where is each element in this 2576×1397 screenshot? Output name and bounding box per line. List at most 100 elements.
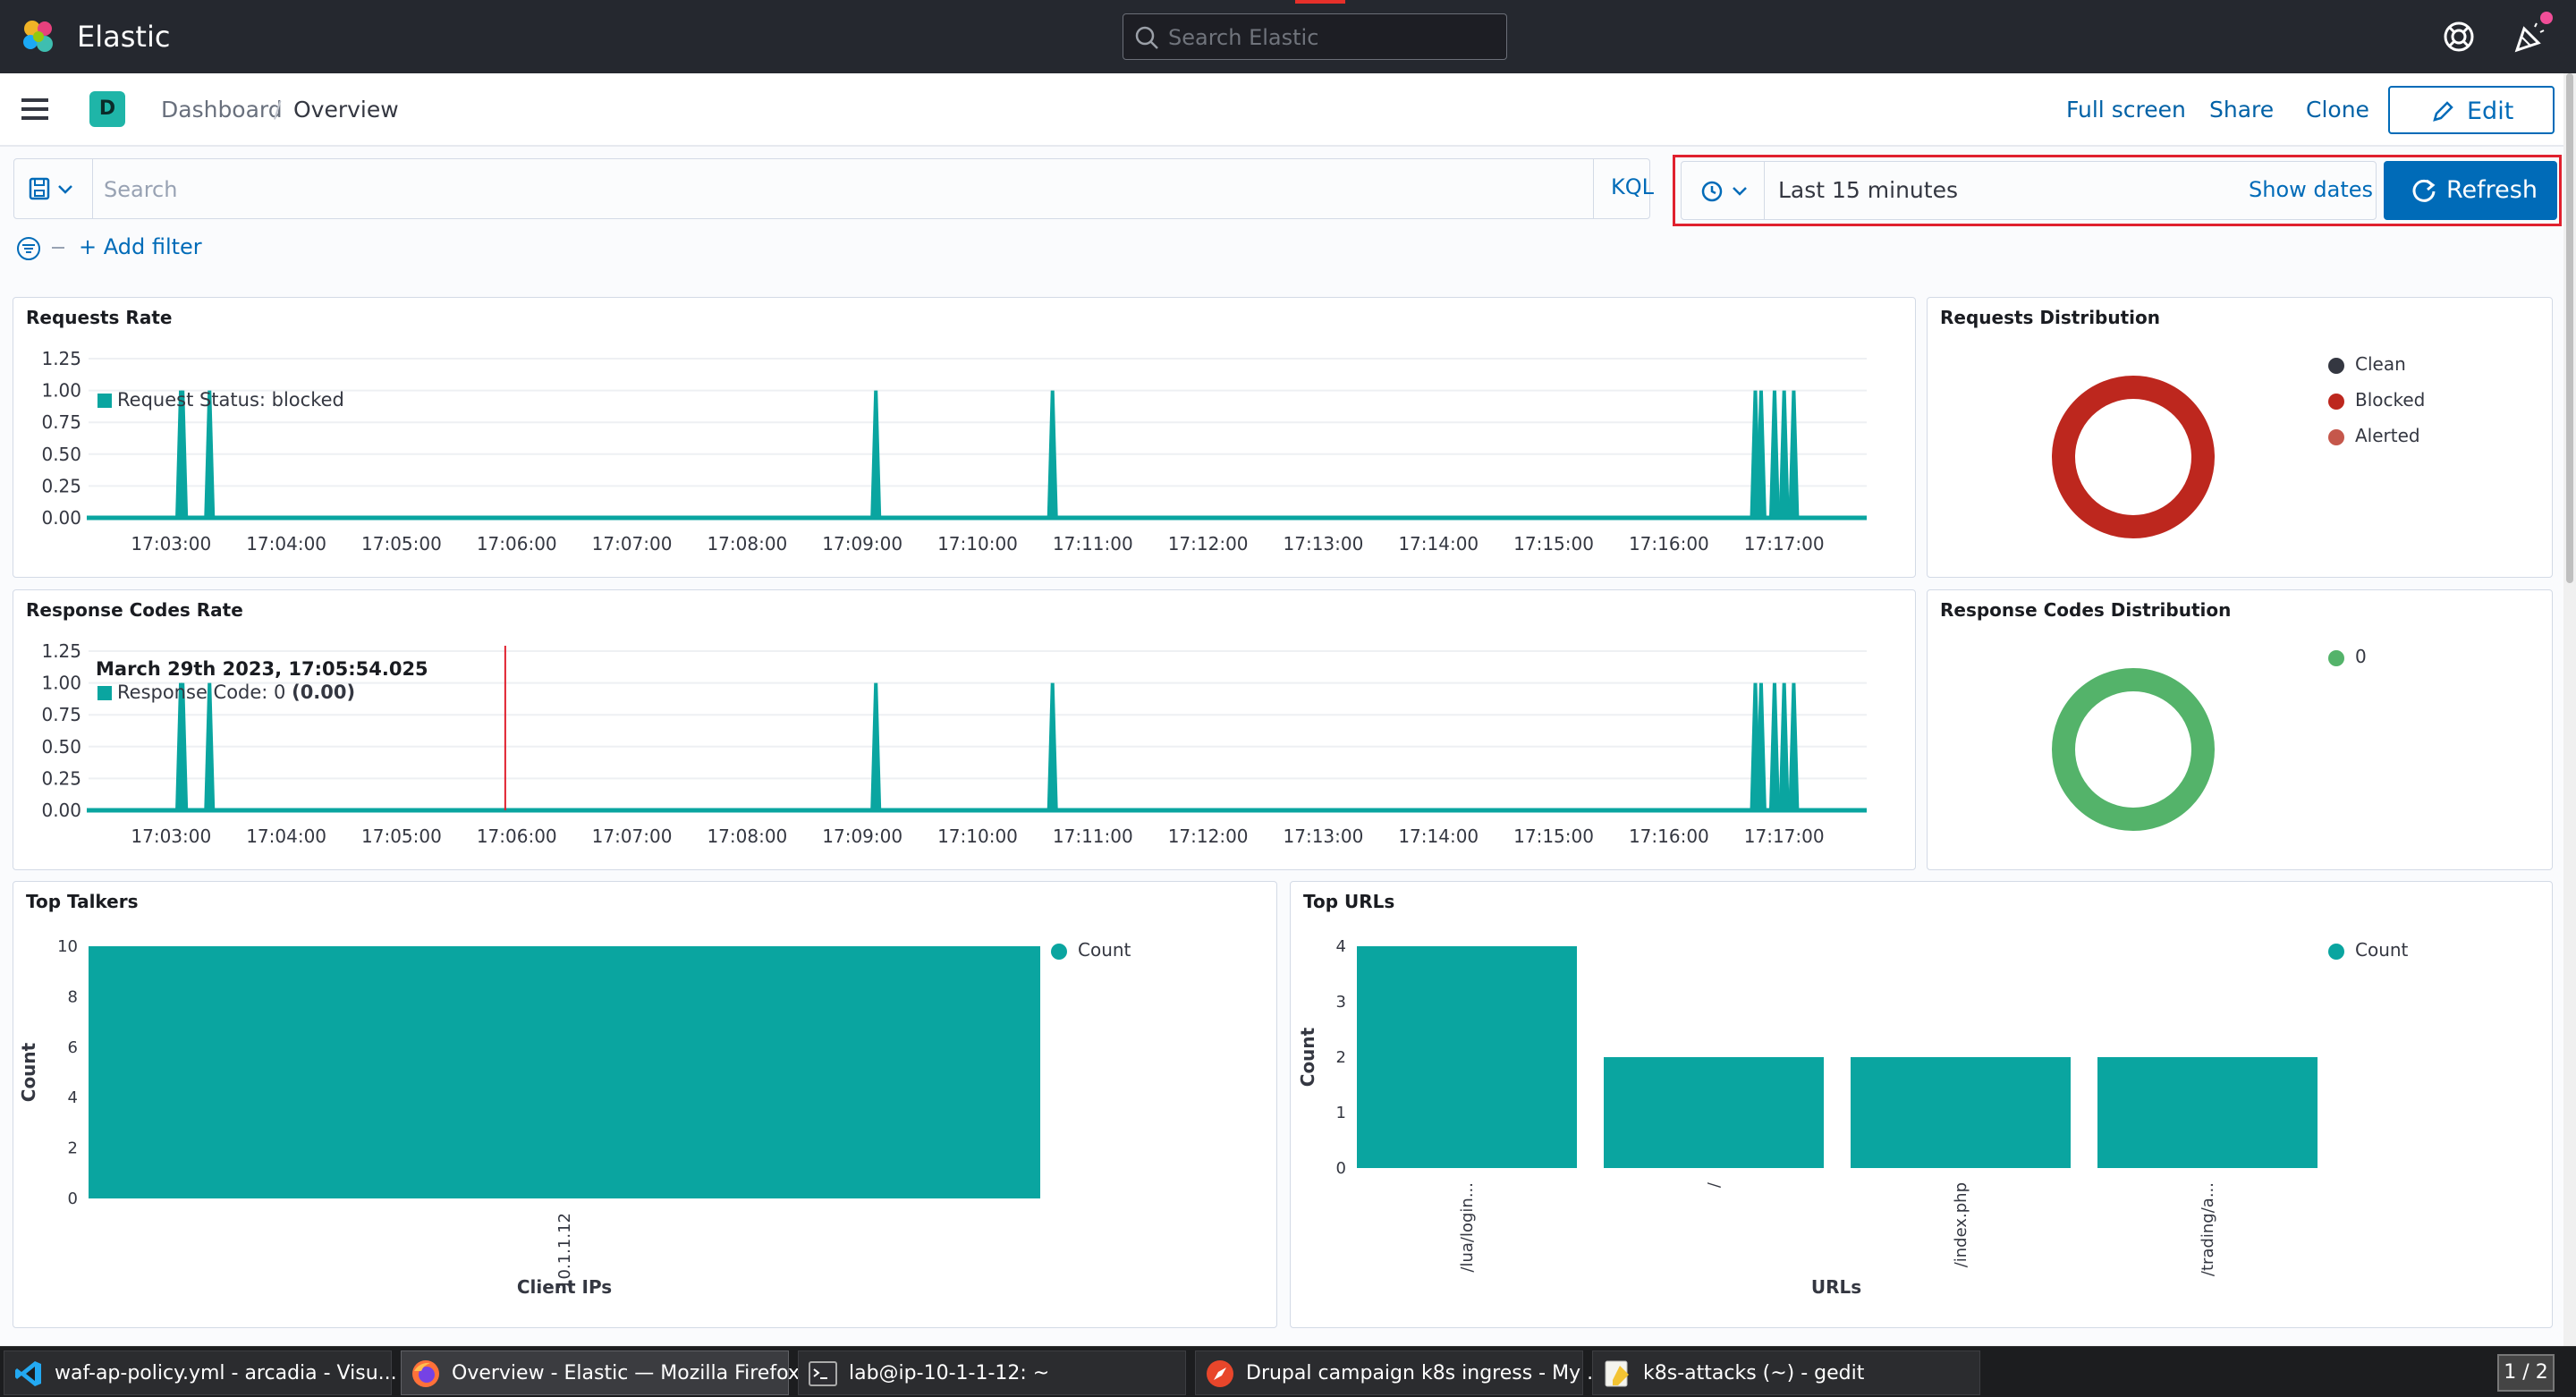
loading-indicator xyxy=(1295,0,1345,4)
app-header: D Dashboard / Overview Full screen Share… xyxy=(0,73,2576,147)
y-tick-label: 4 xyxy=(1336,937,1346,956)
y-tick-label: 0.50 xyxy=(41,736,81,758)
add-filter-button[interactable]: + Add filter xyxy=(79,234,202,259)
x-tick-label: 17:17:00 xyxy=(1744,533,1825,555)
top-urls-legend[interactable]: Count xyxy=(2328,939,2408,961)
task-label: waf-ap-policy.yml - arcadia - Visu... xyxy=(55,1362,397,1384)
legend-item-alerted[interactable]: Alerted xyxy=(2328,425,2425,461)
refresh-label: Refresh xyxy=(2446,176,2538,204)
task-web-page[interactable]: Drupal campaign k8s ingress - My ... xyxy=(1195,1350,1606,1395)
notification-dot xyxy=(2540,12,2553,24)
response-codes-donut[interactable] xyxy=(2044,667,2223,846)
saved-query-icon xyxy=(29,177,72,200)
scrollbar-thumb[interactable] xyxy=(2566,73,2573,583)
x-tick-label: 17:12:00 xyxy=(1168,533,1249,555)
x-tick-label: 17:16:00 xyxy=(1629,533,1709,555)
donut-slice-blocked[interactable] xyxy=(2052,376,2215,538)
global-search-input[interactable] xyxy=(1168,21,1490,54)
panel-requests-rate: Requests Rate 0.00 0.25 0.50 0.75 1.00 1.25 17… xyxy=(13,297,1916,578)
x-tick-label: 17:03:00 xyxy=(131,826,211,847)
space-avatar[interactable]: D xyxy=(89,91,125,127)
requests-rate-chart[interactable]: 0.00 0.25 0.50 0.75 1.00 1.25 17:03:00 17:04:00… xyxy=(13,298,1917,579)
task-label: Drupal campaign k8s ingress - My ... xyxy=(1246,1362,1606,1384)
time-picker: Last 15 minutes Show dates xyxy=(1681,161,2377,220)
task-terminal[interactable]: lab@ip-10-1-1-12: ~ xyxy=(798,1350,1186,1395)
x-tick-label: /index.php xyxy=(1952,1182,1970,1267)
query-search-input[interactable] xyxy=(104,174,1580,206)
x-tick-label: 17:07:00 xyxy=(592,533,673,555)
filter-divider xyxy=(52,247,64,249)
help-icon[interactable] xyxy=(2442,20,2476,54)
panel-top-urls: Top URLs 0 1 2 3 4 Count/lua/login... //index.… xyxy=(1290,881,2553,1328)
x-tick-label: 17:09:00 xyxy=(822,533,902,555)
task-label: k8s-attacks (~) - gedit xyxy=(1643,1362,1865,1384)
legend-swatch xyxy=(97,686,112,700)
elastic-logo-icon[interactable] xyxy=(20,18,57,55)
breadcrumb-overview: Overview xyxy=(293,97,399,123)
terminal-icon xyxy=(809,1361,837,1386)
y-tick-label: 1.00 xyxy=(41,380,81,402)
clock-icon[interactable] xyxy=(1701,180,1755,203)
y-tick-label: 1.25 xyxy=(41,640,81,662)
bar xyxy=(1604,1057,1824,1168)
panel-response-codes-rate: Response Codes Rate 0.00 0.25 0.50 0.75 1.00… xyxy=(13,589,1916,870)
tooltip-series: Response Code: 0 (0.00) xyxy=(97,682,355,703)
x-tick-label: 17:03:00 xyxy=(131,533,211,555)
global-search[interactable] xyxy=(1123,13,1507,60)
x-tick-label: 17:12:00 xyxy=(1168,826,1249,847)
y-tick-label: 0.00 xyxy=(41,800,81,821)
kql-toggle[interactable]: KQL xyxy=(1611,174,1654,199)
bar xyxy=(89,946,1040,1198)
tooltip-series-label: Response Code: 0 xyxy=(117,682,286,703)
top-nav-bar: Elastic xyxy=(0,0,2576,73)
pencil-icon xyxy=(2433,101,2453,122)
page-scrollbar[interactable] xyxy=(2563,73,2576,1346)
workspace-pager[interactable]: 1 / 2 xyxy=(2497,1354,2555,1392)
bar xyxy=(1851,1057,2071,1168)
bar xyxy=(1357,946,1577,1168)
x-tick-label: 17:09:00 xyxy=(822,826,902,847)
task-label: lab@ip-10-1-1-12: ~ xyxy=(849,1362,1050,1384)
refresh-button[interactable]: Refresh xyxy=(2384,161,2557,220)
response-codes-rate-chart[interactable]: 0.00 0.25 0.50 0.75 1.00 1.25 17:03:00 17:04:00… xyxy=(13,590,1917,871)
y-tick-label: 1.25 xyxy=(41,348,81,369)
edit-button[interactable]: Edit xyxy=(2388,86,2555,134)
saved-query-menu[interactable] xyxy=(14,159,93,218)
legend-item-clean[interactable]: Clean xyxy=(2328,353,2425,389)
filter-options-icon[interactable] xyxy=(16,236,45,261)
response-codes-legend: 0 xyxy=(2328,646,2367,682)
time-range-label[interactable]: Last 15 minutes xyxy=(1778,177,1958,203)
x-tick-label: 17:04:00 xyxy=(246,533,326,555)
legend-item-0[interactable]: 0 xyxy=(2328,646,2367,682)
task-vscode[interactable]: waf-ap-policy.yml - arcadia - Visu... xyxy=(4,1350,397,1395)
task-gedit[interactable]: k8s-attacks (~) - gedit xyxy=(1592,1350,1980,1395)
breadcrumb-dashboard[interactable]: Dashboard xyxy=(161,97,283,123)
menu-icon[interactable] xyxy=(21,97,50,122)
clone-button[interactable]: Clone xyxy=(2306,97,2369,123)
legend-swatch xyxy=(97,394,112,408)
time-picker-highlight: Last 15 minutes Show dates Refresh xyxy=(1673,155,2562,226)
share-button[interactable]: Share xyxy=(2209,97,2274,123)
requests-rate-legend: Request Status: blocked xyxy=(97,389,344,411)
x-tick-label: 17:10:00 xyxy=(937,533,1018,555)
legend-item-blocked[interactable]: Blocked xyxy=(2328,389,2425,425)
y-tick-label: 0.50 xyxy=(41,444,81,465)
x-tick-label: 17:15:00 xyxy=(1513,826,1594,847)
newsfeed-icon[interactable] xyxy=(2512,20,2547,55)
donut-slice-0[interactable] xyxy=(2052,668,2215,831)
top-talkers-legend[interactable]: Count xyxy=(1051,939,1131,961)
show-dates-button[interactable]: Show dates xyxy=(2249,177,2373,202)
full-screen-button[interactable]: Full screen xyxy=(2066,97,2186,123)
os-taskbar: waf-ap-policy.yml - arcadia - Visu... Ov… xyxy=(0,1346,2576,1397)
x-tick-label: /lua/login... xyxy=(1458,1182,1477,1273)
y-tick-label: 10 xyxy=(57,937,78,956)
query-bar: KQL xyxy=(13,158,1654,219)
panel-top-talkers: Top Talkers 0 2 4 6 8 10 Count 10.1.1.12 Client … xyxy=(13,881,1277,1328)
panel-title: Response Codes Distribution xyxy=(1940,599,2232,621)
task-firefox[interactable]: Overview - Elastic — Mozilla Firefox xyxy=(401,1350,800,1395)
panel-response-codes-distribution: Response Codes Distribution 0 xyxy=(1927,589,2553,870)
edit-button-label: Edit xyxy=(2467,97,2514,125)
requests-distribution-donut[interactable] xyxy=(2044,375,2223,554)
y-axis-label: Count xyxy=(18,1042,39,1102)
y-tick-label: 0.25 xyxy=(41,475,81,496)
